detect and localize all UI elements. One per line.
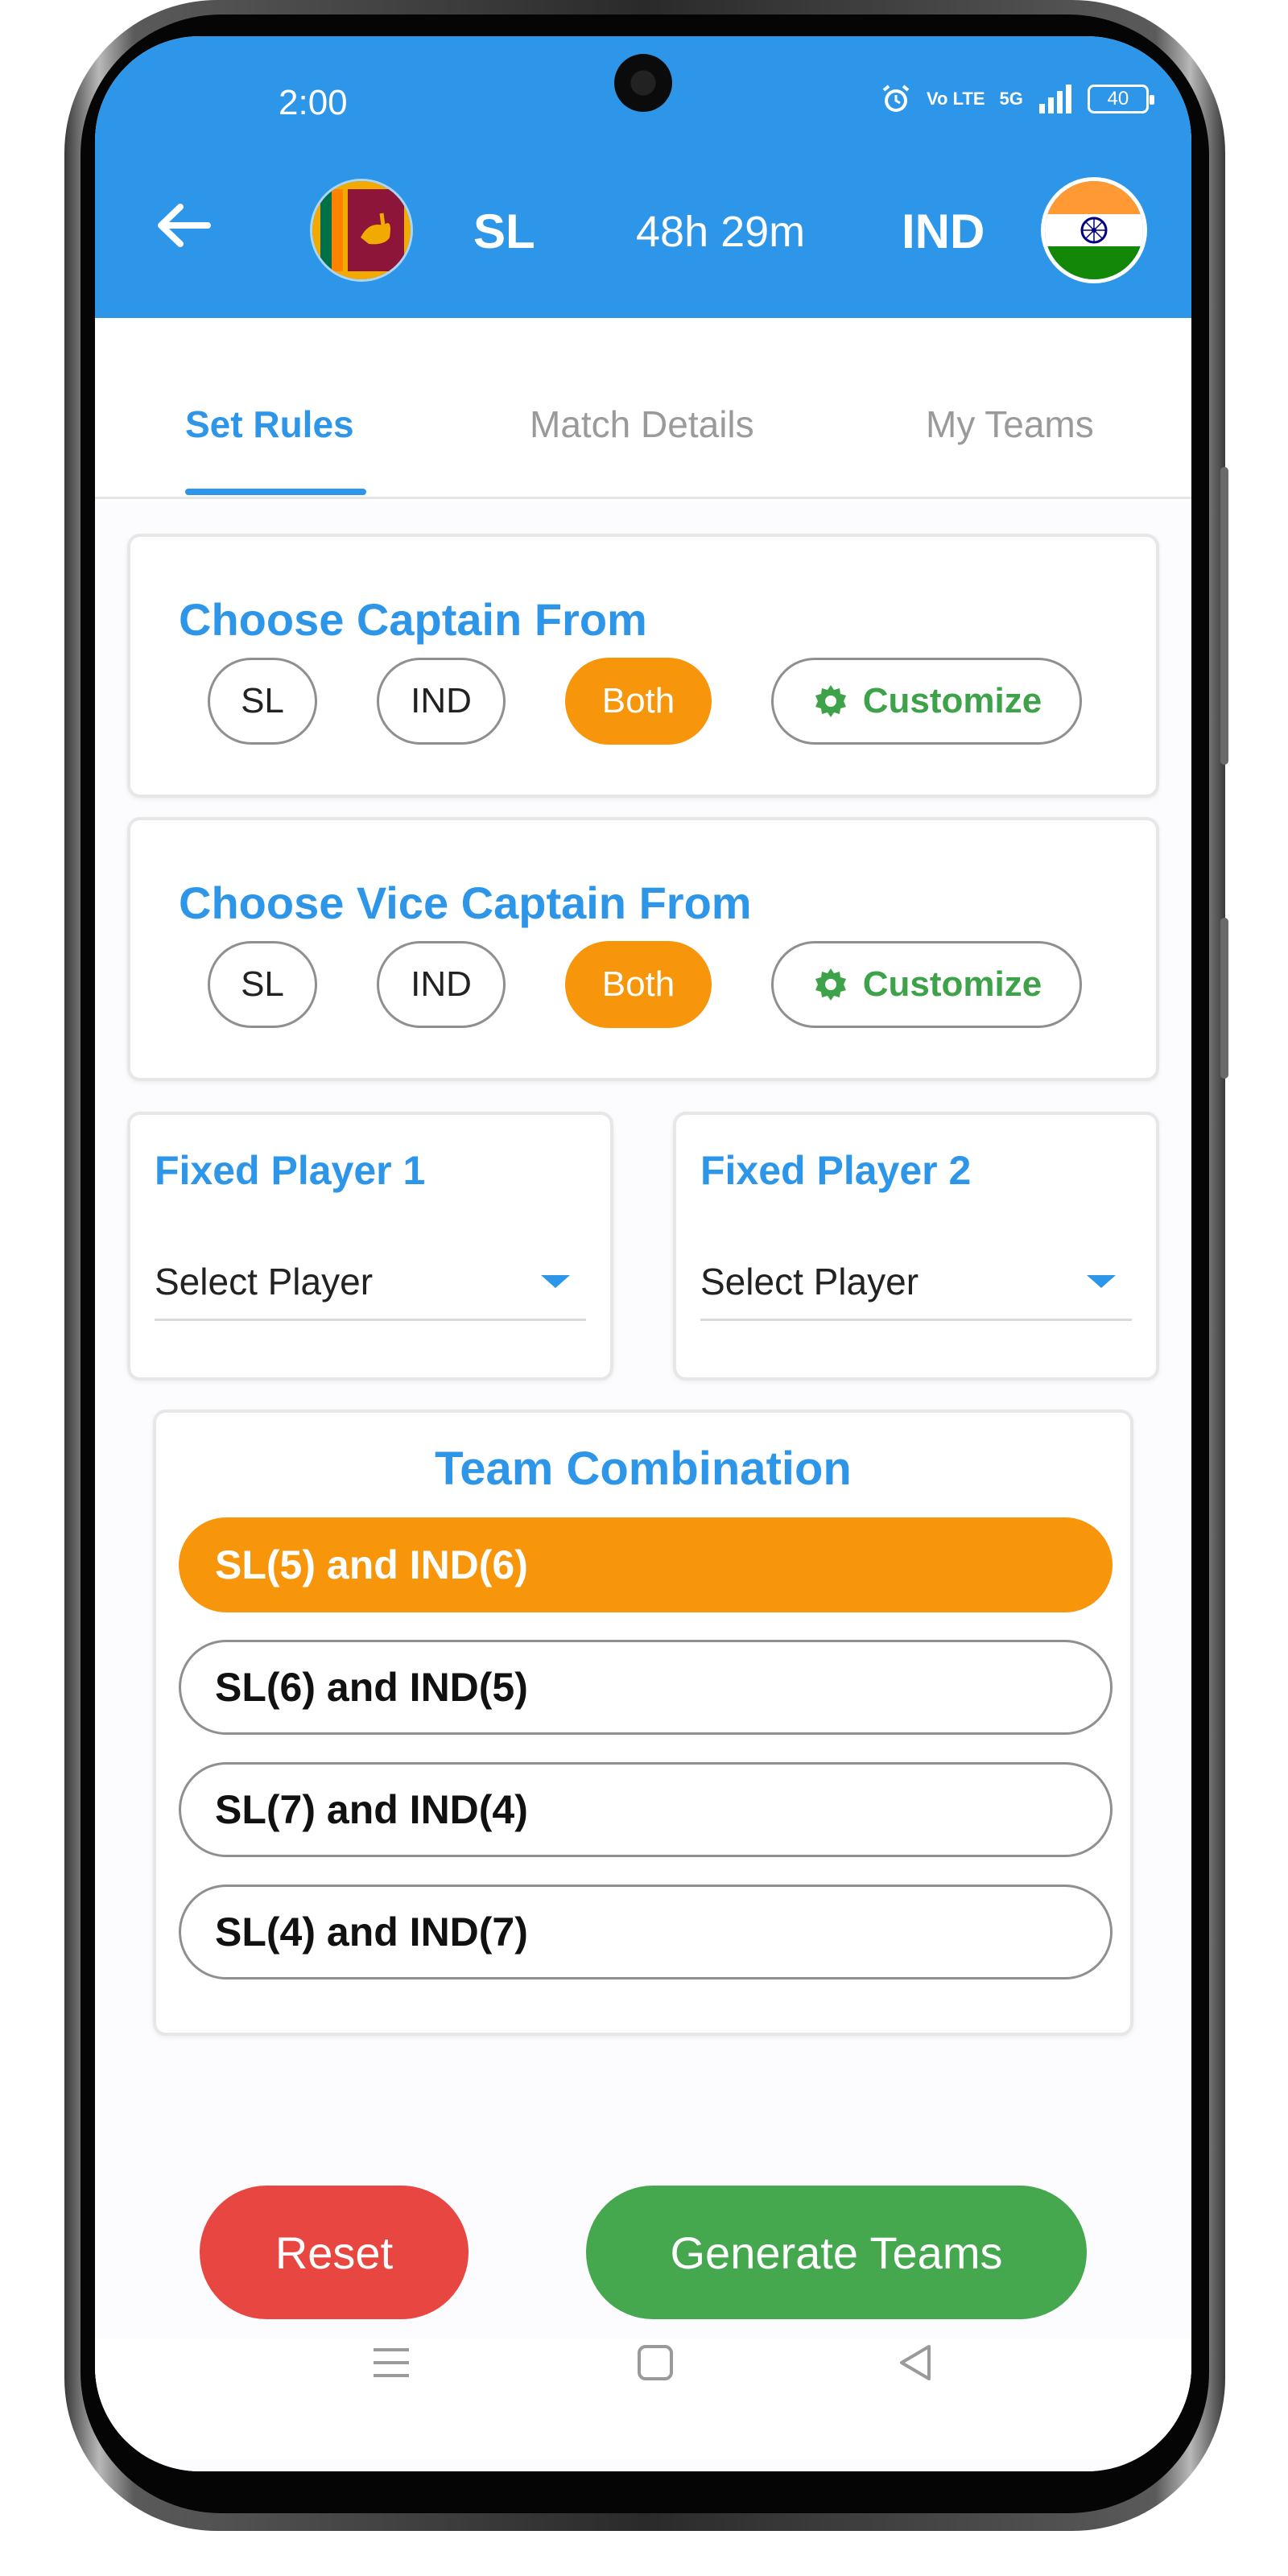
signal-icon — [1038, 85, 1071, 114]
active-tab-indicator — [185, 489, 366, 495]
captain-option-both[interactable]: Both — [565, 658, 712, 745]
tab-bar: Set Rules Match Details My Teams — [95, 318, 1191, 499]
status-icons: Vo LTE 5G 40 — [880, 83, 1154, 115]
vice-captain-customize-label: Customize — [862, 964, 1042, 1004]
team-combination-title: Team Combination — [435, 1443, 852, 1495]
home-icon[interactable] — [631, 2339, 679, 2387]
phone-side-button — [1220, 467, 1228, 765]
battery-level: 40 — [1107, 88, 1129, 109]
vice-captain-option-both[interactable]: Both — [565, 941, 712, 1028]
reset-button[interactable]: Reset — [200, 2186, 469, 2319]
alarm-icon — [882, 85, 910, 112]
fixed-player-1-dropdown[interactable]: Select Player — [155, 1244, 586, 1321]
combination-option[interactable]: SL(6) and IND(5) — [179, 1640, 1113, 1735]
dropdown-caret-icon — [1087, 1274, 1116, 1288]
combination-option[interactable]: SL(5) and IND(6) — [179, 1517, 1113, 1612]
network-type-label: 5G — [999, 89, 1023, 109]
vice-captain-title: Choose Vice Captain From — [179, 877, 752, 928]
back-icon[interactable] — [892, 2339, 940, 2387]
dropdown-caret-icon — [541, 1274, 570, 1288]
team-left-label: SL — [473, 204, 535, 258]
volte-icon: Vo LTE — [927, 89, 985, 109]
front-camera — [614, 54, 672, 112]
phone-screen: 2:00 Vo LTE 5G 40 SL 48h 29m IND Set Rul… — [95, 36, 1191, 2471]
system-nav-bar — [95, 2339, 1191, 2459]
india-flag — [1045, 181, 1143, 279]
captain-card: Choose Captain From SL IND Both Customiz… — [127, 534, 1159, 798]
captain-customize-label: Customize — [862, 681, 1042, 720]
fixed-player-2-title: Fixed Player 2 — [700, 1148, 972, 1193]
back-arrow-icon[interactable] — [151, 197, 216, 254]
captain-option-sl[interactable]: SL — [208, 658, 317, 745]
match-countdown: 48h 29m — [636, 208, 806, 256]
status-time: 2:00 — [279, 83, 348, 122]
menu-icon[interactable] — [367, 2339, 415, 2387]
battery-icon: 40 — [1087, 85, 1154, 114]
rules-content: Choose Captain From SL IND Both Customiz… — [95, 502, 1191, 2471]
fixed-player-1-card: Fixed Player 1 Select Player — [127, 1112, 613, 1381]
generate-teams-button[interactable]: Generate Teams — [586, 2186, 1087, 2319]
fixed-player-2-value: Select Player — [700, 1260, 919, 1302]
vice-captain-customize-button[interactable]: Customize — [771, 941, 1082, 1028]
captain-title: Choose Captain From — [179, 594, 647, 645]
fixed-player-2-card: Fixed Player 2 Select Player — [673, 1112, 1159, 1381]
team-combination-card: Team Combination SL(5) and IND(6) SL(6) … — [153, 1410, 1133, 2036]
fixed-player-2-dropdown[interactable]: Select Player — [700, 1244, 1132, 1321]
tab-match-details[interactable]: Match Details — [530, 402, 754, 446]
captain-option-ind[interactable]: IND — [377, 658, 506, 745]
vice-captain-option-ind[interactable]: IND — [377, 941, 506, 1028]
combination-option[interactable]: SL(7) and IND(4) — [179, 1762, 1113, 1857]
combination-option[interactable]: SL(4) and IND(7) — [179, 1885, 1113, 1979]
gear-icon — [815, 685, 846, 717]
tab-my-teams[interactable]: My Teams — [926, 402, 1094, 446]
vice-captain-option-sl[interactable]: SL — [208, 941, 317, 1028]
phone-side-button — [1220, 918, 1228, 1079]
fixed-player-1-value: Select Player — [155, 1260, 374, 1302]
vice-captain-card: Choose Vice Captain From SL IND Both Cus… — [127, 817, 1159, 1081]
captain-customize-button[interactable]: Customize — [771, 658, 1082, 745]
team-right-label: IND — [902, 204, 985, 258]
sri-lanka-flag — [312, 181, 411, 279]
fixed-player-1-title: Fixed Player 1 — [155, 1148, 426, 1193]
app-header: 2:00 Vo LTE 5G 40 SL 48h 29m IND — [95, 36, 1191, 318]
tab-set-rules[interactable]: Set Rules — [185, 402, 354, 446]
team-combination-list: SL(5) and IND(6) SL(6) and IND(5) SL(7) … — [179, 1517, 1113, 2007]
gear-icon — [815, 968, 846, 1001]
